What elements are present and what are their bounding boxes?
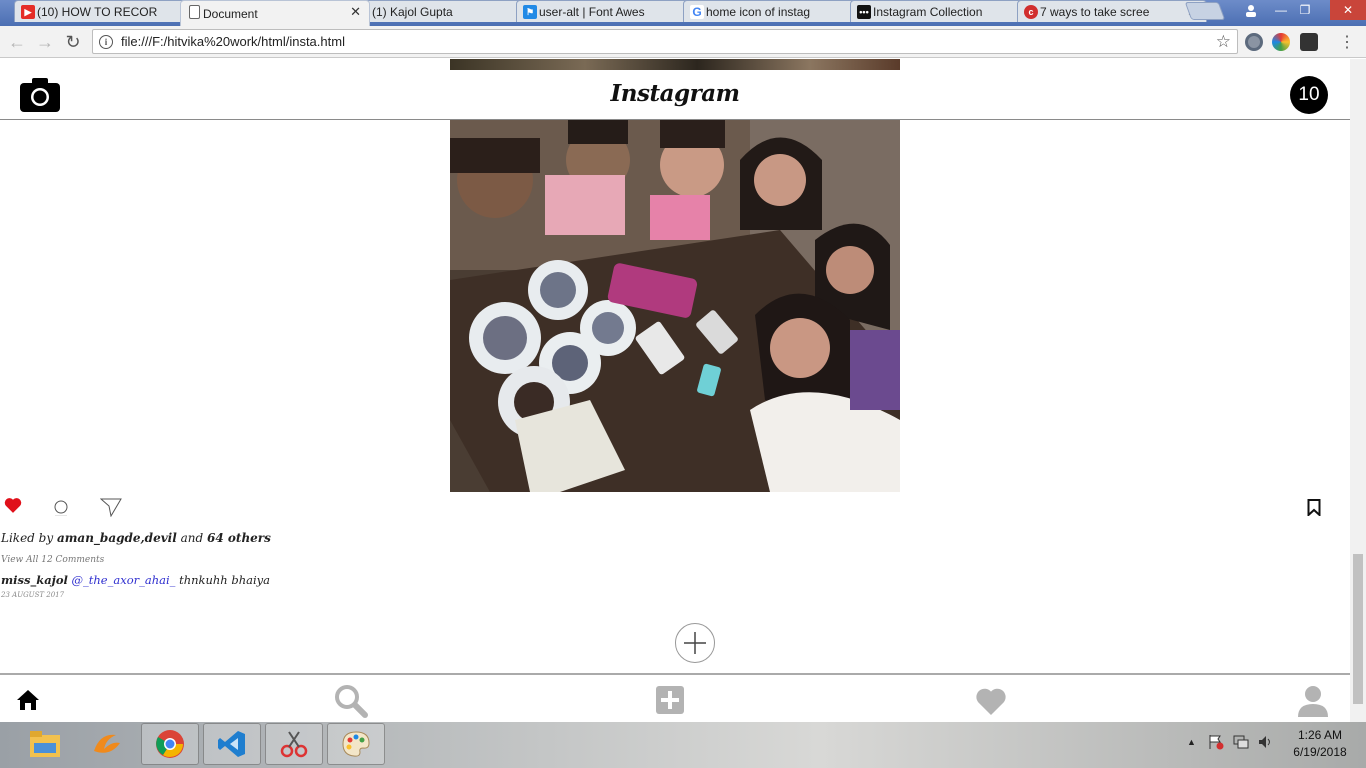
post-caption: miss_kajol @_the_axor_ahai_ thnkuhh bhai… xyxy=(1,573,270,587)
heart-activity-icon[interactable] xyxy=(974,687,1008,720)
action-center-flag-icon[interactable] xyxy=(1208,734,1224,753)
red-c-icon: c xyxy=(1024,5,1038,19)
system-clock[interactable]: 1:26 AM 6/19/2018 xyxy=(1280,727,1360,761)
address-bar[interactable]: i file:///F:/hitvika%20work/html/insta.h… xyxy=(92,29,1238,54)
likes-prefix: Liked by xyxy=(1,531,57,545)
snipping-tool-icon[interactable] xyxy=(265,723,323,765)
network-icon[interactable] xyxy=(1233,734,1249,753)
tab-title: home icon of instag xyxy=(706,4,811,19)
file-explorer-icon[interactable] xyxy=(16,723,74,765)
new-tab-button[interactable] xyxy=(1184,2,1226,20)
tab-title: user-alt | Font Awes xyxy=(539,4,645,19)
user-profile-icon[interactable] xyxy=(1236,0,1266,20)
caption-mention[interactable]: @_the_axor_ahai_ xyxy=(72,573,176,587)
notification-badge[interactable]: 10 xyxy=(1290,76,1328,114)
chrome-icon[interactable] xyxy=(141,723,199,765)
back-arrow-icon[interactable]: ← xyxy=(6,31,28,53)
caption-username[interactable]: miss_kajol xyxy=(1,573,68,587)
likes-and: and xyxy=(176,531,208,545)
instagram-logo-text: Instagram xyxy=(610,80,740,107)
fontawesome-icon: ⚑ xyxy=(523,5,537,19)
instagram-page: Instagram 10 Liked by aman_bagde,devil a… xyxy=(0,59,1350,722)
previous-post-photo-edge xyxy=(450,59,900,70)
close-icon[interactable]: ✕ xyxy=(350,4,361,20)
browser-tab-strip: ▶ (10) HOW TO RECOR ✕ Document ✕ f (1) K… xyxy=(0,0,1366,26)
add-post-icon[interactable] xyxy=(656,686,684,719)
tab-title: Document xyxy=(203,6,258,21)
clock-time: 1:26 AM xyxy=(1297,728,1343,742)
windows-taskbar: ▲ 1:26 AM 6/19/2018 xyxy=(0,722,1366,768)
paint-icon[interactable] xyxy=(327,723,385,765)
home-icon[interactable] xyxy=(16,689,40,716)
volume-icon[interactable] xyxy=(1258,734,1274,753)
menu-kebab-icon[interactable]: ⋮ xyxy=(1336,31,1358,53)
browser-toolbar: ← → ↻ i file:///F:/hitvika%20work/html/i… xyxy=(0,26,1366,58)
tray-up-arrow-icon[interactable]: ▲ xyxy=(1187,737,1196,747)
tab-fontawesome[interactable]: ⚑ user-alt | Font Awes ✕ xyxy=(516,0,706,22)
post-photo[interactable] xyxy=(450,120,900,492)
comment-icon[interactable] xyxy=(52,498,70,521)
google-icon: G xyxy=(690,5,704,19)
profile-user-icon[interactable] xyxy=(1296,685,1330,722)
extension-color-icon[interactable] xyxy=(1272,33,1290,51)
instagram-header: Instagram 10 xyxy=(0,70,1350,120)
view-all-comments-link[interactable]: View All 12 Comments xyxy=(1,555,104,565)
tab-title: (10) HOW TO RECOR xyxy=(37,4,158,19)
caption-text: thnkuhh bhaiya xyxy=(175,573,271,587)
post-date: 23 AUGUST 2017 xyxy=(1,591,65,599)
youtube-icon: ▶ xyxy=(21,5,35,19)
tab-instagram-collection[interactable]: ••• Instagram Collection ✕ xyxy=(850,0,1040,22)
bookmark-icon[interactable] xyxy=(1307,499,1321,521)
forward-arrow-icon[interactable]: → xyxy=(34,31,56,53)
app-swirl-icon[interactable] xyxy=(78,723,136,765)
post-actions xyxy=(0,497,1350,521)
tab-title: (1) Kajol Gupta xyxy=(372,4,453,19)
plus-icon xyxy=(684,632,706,654)
dots-icon: ••• xyxy=(857,5,871,19)
page-icon xyxy=(189,5,200,19)
extension-puzzle-icon[interactable] xyxy=(1300,33,1318,51)
share-paper-plane-icon[interactable] xyxy=(99,497,122,522)
liked-by-others[interactable]: 64 others xyxy=(207,531,271,545)
clock-date: 6/19/2018 xyxy=(1293,745,1347,759)
vscode-icon[interactable] xyxy=(203,723,261,765)
tab-screenshot[interactable]: c 7 ways to take scree ✕ xyxy=(1017,0,1207,22)
heart-filled-icon[interactable] xyxy=(4,497,22,518)
page-scrollbar[interactable] xyxy=(1350,59,1366,722)
scrollbar-thumb[interactable] xyxy=(1353,554,1363,704)
liked-by-users[interactable]: aman_bagde,devil xyxy=(57,531,177,545)
bottom-navigation xyxy=(0,673,1350,722)
load-more-plus-button[interactable] xyxy=(675,623,715,663)
reload-icon[interactable]: ↻ xyxy=(62,31,84,53)
tab-facebook[interactable]: f (1) Kajol Gupta ✕ xyxy=(349,0,539,22)
info-icon[interactable]: i xyxy=(99,34,113,49)
likes-text: Liked by aman_bagde,devil and 64 others xyxy=(1,531,271,545)
search-icon[interactable] xyxy=(334,684,368,722)
bookmark-star-icon[interactable]: ☆ xyxy=(1216,32,1231,52)
restore-icon[interactable]: ❐ xyxy=(1290,0,1320,20)
tab-youtube[interactable]: ▶ (10) HOW TO RECOR ✕ xyxy=(14,0,204,22)
tab-title: Instagram Collection xyxy=(873,4,983,19)
tab-google[interactable]: G home icon of instag ✕ xyxy=(683,0,873,22)
close-window-icon[interactable]: ✕ xyxy=(1330,0,1366,20)
tab-title: 7 ways to take scree xyxy=(1040,4,1150,19)
extension-eye-icon[interactable] xyxy=(1245,33,1263,51)
tab-document[interactable]: Document ✕ xyxy=(180,0,370,26)
url-text[interactable]: file:///F:/hitvika%20work/html/insta.htm… xyxy=(121,34,345,49)
